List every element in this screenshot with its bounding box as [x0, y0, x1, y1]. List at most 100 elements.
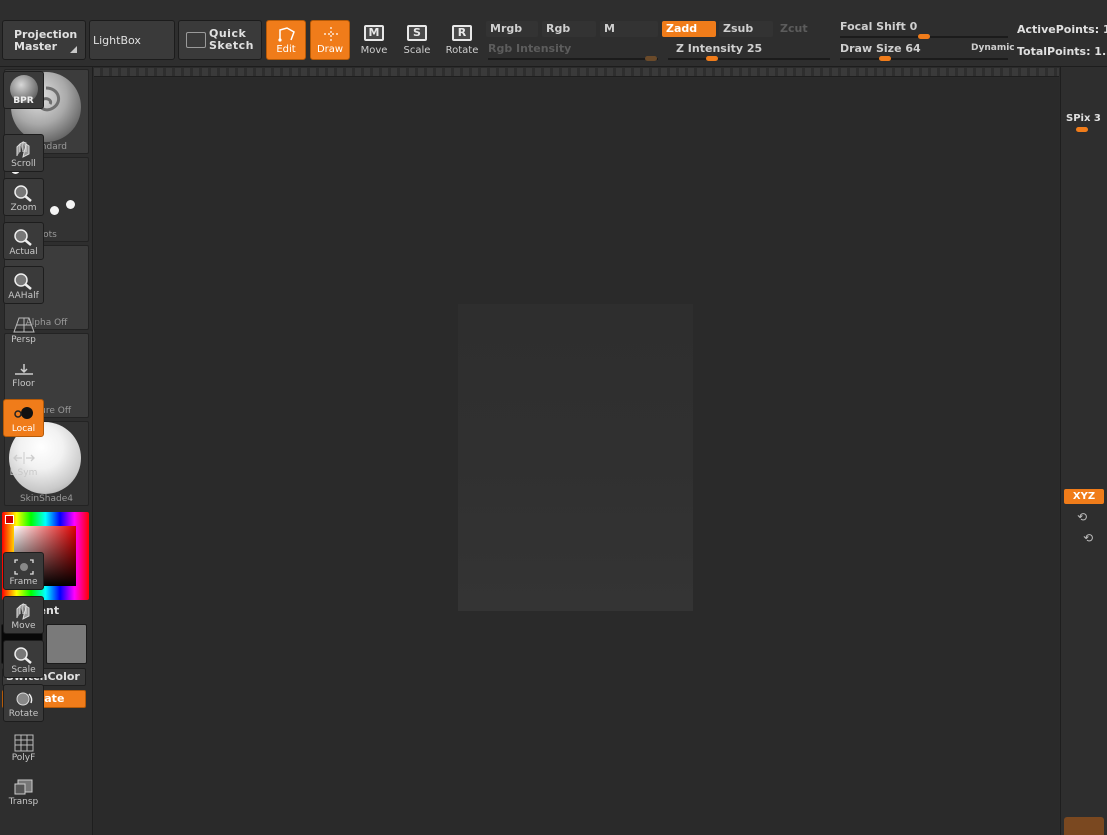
draw-size-slider[interactable] — [840, 58, 1008, 60]
edit-icon — [278, 27, 295, 42]
zoom-label: Zoom — [10, 203, 37, 213]
zoom-icon — [14, 185, 32, 202]
scale-label: Scale — [403, 45, 431, 56]
quick-sketch-button[interactable]: Quick Sketch — [178, 20, 262, 60]
xyz-button[interactable]: XYZ — [1064, 489, 1104, 504]
rotate-view-label: Rotate — [8, 709, 39, 719]
local-icon — [14, 407, 33, 419]
aahalf-icon — [14, 273, 32, 290]
rgb-intensity-knob[interactable] — [645, 56, 657, 61]
move-tool-button[interactable]: M Move — [354, 20, 394, 60]
lightbox-label: LightBox — [93, 34, 141, 47]
projection-master-button[interactable]: Projection Master — [2, 20, 86, 60]
frame-button[interactable]: Frame — [3, 552, 44, 590]
zadd-button[interactable]: Zadd — [662, 21, 716, 37]
total-points-readout: TotalPoints: 1.5 — [1017, 45, 1107, 58]
focal-shift-label: Focal Shift — [840, 20, 906, 33]
z-intensity-value: 25 — [746, 42, 763, 55]
canvas-viewport[interactable] — [94, 78, 1059, 835]
z-intensity-label: Z Intensity — [676, 42, 744, 55]
draw-size-control: Draw Size 64 — [840, 42, 921, 55]
z-intensity-slider[interactable] — [668, 58, 830, 60]
floor-icon — [15, 364, 33, 375]
draw-size-knob[interactable] — [879, 56, 891, 61]
scroll-label: Scroll — [11, 159, 36, 169]
transp-icon — [14, 779, 33, 795]
scale-icon: S — [407, 25, 427, 41]
scale-tool-button[interactable]: S Scale — [397, 20, 437, 60]
secondary-color-swatch[interactable] — [46, 624, 87, 664]
spix-knob[interactable] — [1076, 127, 1088, 132]
top-toolbar: Projection Master LightBox Quick Sketch … — [0, 0, 1107, 67]
canvas-ruler — [94, 68, 1059, 77]
bpr-button[interactable]: BPR — [3, 71, 44, 109]
actual-button[interactable]: Actual — [3, 222, 44, 260]
scroll-icon — [16, 141, 30, 158]
material-label: SkinShade4 — [19, 494, 74, 504]
move-label: Move — [360, 45, 388, 56]
extra-shelf-button[interactable] — [1064, 817, 1104, 835]
bpr-label: BPR — [13, 96, 34, 106]
persp-icon — [13, 317, 35, 333]
actual-icon — [14, 229, 32, 246]
right-shelf — [1060, 67, 1107, 835]
focal-shift-knob[interactable] — [918, 34, 930, 39]
move-icon: M — [364, 25, 384, 41]
local-label: Local — [11, 424, 36, 434]
polyf-icon — [14, 734, 34, 752]
scale-view-button[interactable]: Scale — [3, 640, 44, 678]
floor-label: Floor — [12, 379, 35, 389]
draw-icon — [324, 27, 338, 41]
rotate-view-button[interactable]: Rotate — [3, 684, 44, 722]
persp-button[interactable]: Persp — [3, 310, 44, 348]
active-points-readout: ActivePoints: 1 — [1017, 23, 1107, 36]
rgb-intensity-slider[interactable] — [488, 58, 658, 60]
rotate-label: Rotate — [445, 45, 479, 56]
actual-label: Actual — [9, 247, 38, 257]
aahalf-button[interactable]: AAHalf — [3, 266, 44, 304]
move-icon — [16, 603, 30, 620]
transp-button[interactable]: Transp — [3, 772, 44, 810]
dynamic-button[interactable]: Dynamic — [971, 43, 1015, 53]
draw-button[interactable]: Draw — [310, 20, 350, 60]
lsym-label: L.Sym — [9, 468, 38, 478]
persp-label: Persp — [11, 335, 36, 345]
local-button[interactable]: Local — [3, 399, 44, 437]
move-view-label: Move — [11, 621, 36, 631]
polyf-button[interactable]: PolyF — [3, 728, 44, 766]
rotate-icon: R — [452, 25, 472, 41]
floor-button[interactable]: Floor — [3, 354, 44, 392]
quick-sketch-label: Quick Sketch — [209, 27, 255, 52]
rotate-z-icon[interactable]: ⟲ — [1083, 531, 1093, 545]
zsub-button[interactable]: Zsub — [719, 21, 773, 37]
stroke-dot — [66, 200, 75, 209]
document-area[interactable] — [458, 304, 693, 611]
spix-readout: SPix 3 — [1066, 113, 1101, 124]
m-button[interactable]: M — [600, 21, 658, 37]
rotate-icon — [16, 692, 33, 706]
z-intensity-knob[interactable] — [705, 56, 718, 61]
draw-size-label: Draw Size — [840, 42, 902, 55]
z-intensity-control: Z Intensity 25 — [676, 42, 762, 55]
edit-button[interactable]: Edit — [266, 20, 306, 60]
color-indicator — [5, 515, 14, 524]
zoom-button[interactable]: Zoom — [3, 178, 44, 216]
rgb-button[interactable]: Rgb — [542, 21, 596, 37]
frame-icon — [14, 559, 34, 575]
xyz-label: XYZ — [1072, 491, 1096, 502]
lsym-icon — [13, 452, 35, 464]
quick-sketch-icon — [186, 32, 206, 48]
rotate-y-icon[interactable]: ⟲ — [1077, 510, 1087, 524]
lsym-button[interactable]: L.Sym — [3, 443, 44, 481]
scale-icon — [14, 647, 32, 664]
move-view-button[interactable]: Move — [3, 596, 44, 634]
focal-shift-control: Focal Shift 0 — [840, 20, 917, 33]
scroll-button[interactable]: Scroll — [3, 134, 44, 172]
frame-label: Frame — [9, 577, 38, 587]
draw-label: Draw — [316, 44, 344, 55]
rotate-tool-button[interactable]: R Rotate — [442, 20, 482, 60]
mrgb-button[interactable]: Mrgb — [486, 21, 538, 37]
zcut-button[interactable]: Zcut — [776, 21, 830, 37]
transp-label: Transp — [8, 797, 39, 807]
lightbox-button[interactable]: LightBox — [89, 20, 175, 60]
